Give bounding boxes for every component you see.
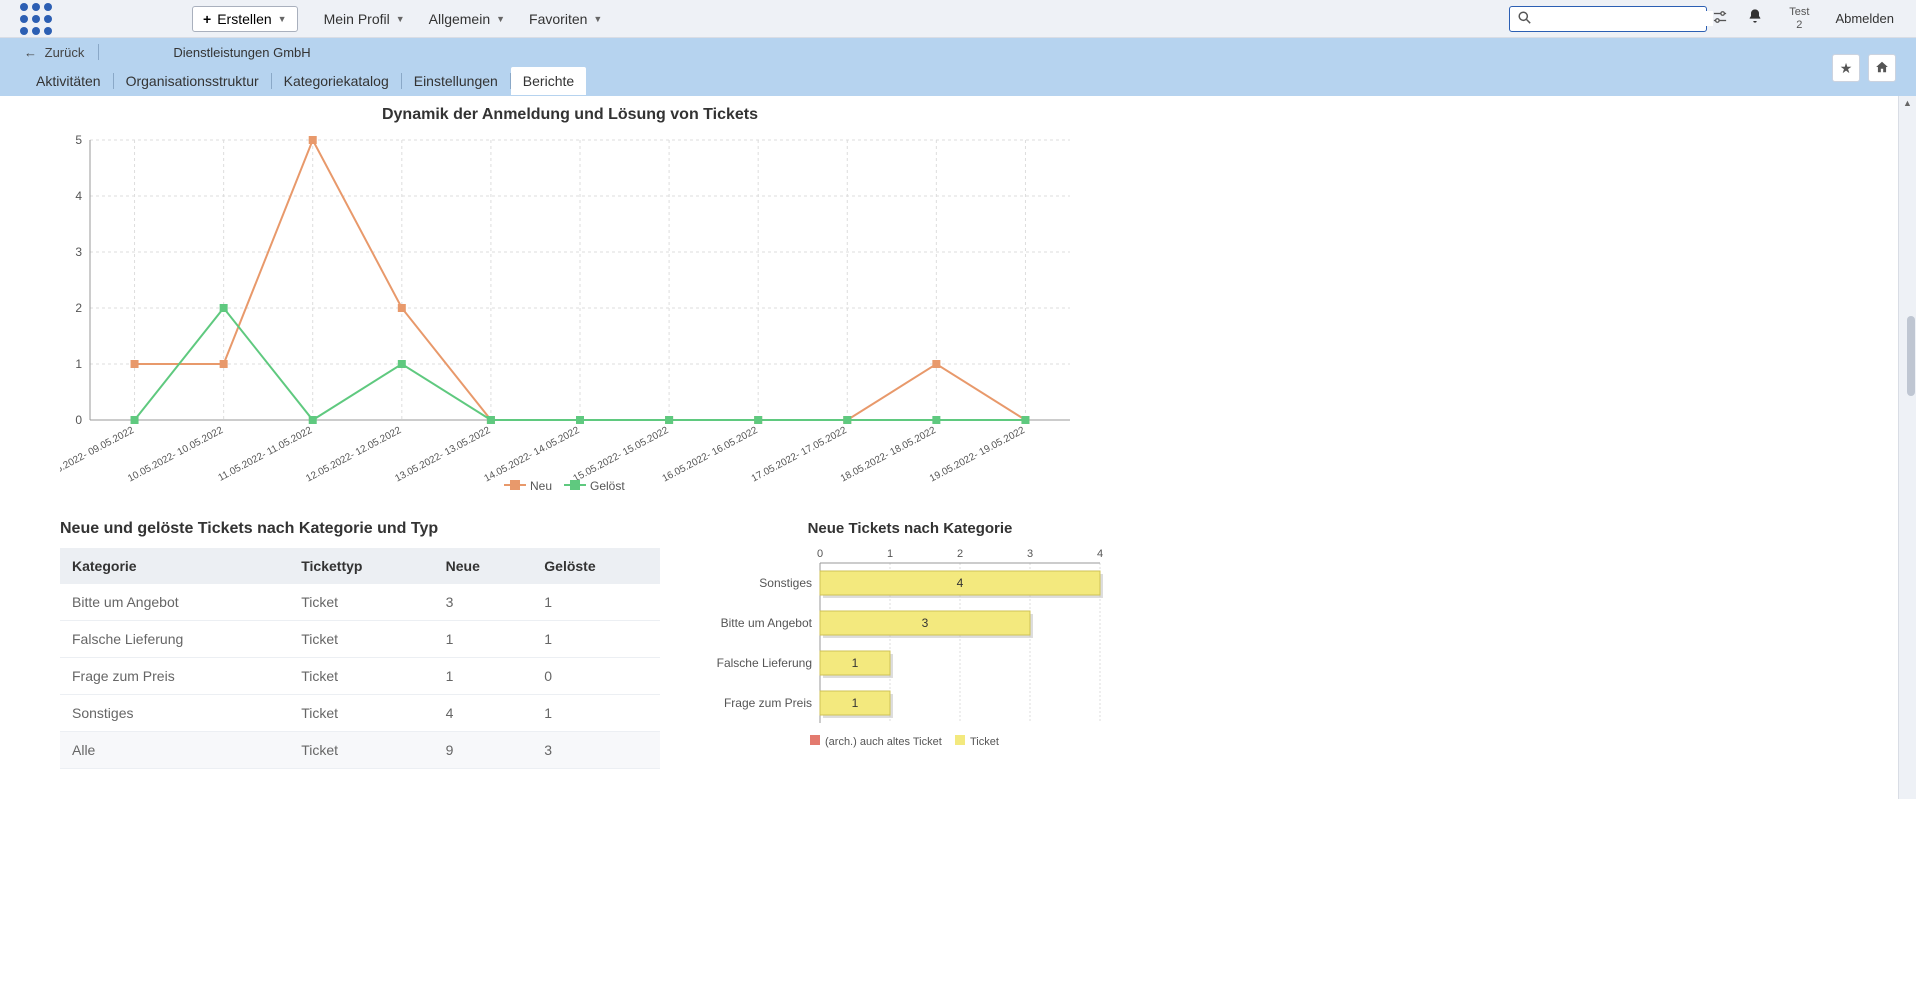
chart1-title: Dynamik der Anmeldung und Lösung von Tic… — [60, 106, 1080, 124]
svg-text:1: 1 — [852, 696, 859, 710]
table-total-row: AlleTicket93 — [60, 732, 660, 769]
home-icon — [1875, 60, 1889, 77]
tab-aktivitaeten[interactable]: Aktivitäten — [24, 67, 113, 95]
svg-text:2: 2 — [75, 301, 82, 315]
home-button[interactable] — [1868, 54, 1896, 82]
svg-text:Ticket: Ticket — [970, 736, 999, 748]
svg-text:1: 1 — [75, 357, 82, 371]
search-input-container[interactable] — [1509, 6, 1707, 32]
svg-text:15.05.2022- 15.05.2022: 15.05.2022- 15.05.2022 — [572, 425, 671, 485]
scroll-thumb[interactable] — [1907, 316, 1915, 396]
menu-allgemein[interactable]: Allgemein ▼ — [429, 11, 505, 27]
menu-favoriten[interactable]: Favoriten ▼ — [529, 11, 602, 27]
svg-text:(arch.) auch altes Ticket: (arch.) auch altes Ticket — [825, 736, 942, 748]
svg-text:Gelöst: Gelöst — [590, 479, 625, 493]
svg-text:Neu: Neu — [530, 479, 552, 493]
svg-text:4: 4 — [75, 189, 82, 203]
svg-text:4: 4 — [1097, 548, 1103, 560]
favorite-button[interactable]: ★ — [1832, 54, 1860, 82]
svg-text:10.05.2022- 10.05.2022: 10.05.2022- 10.05.2022 — [126, 425, 225, 485]
svg-text:1: 1 — [852, 656, 859, 670]
svg-text:2: 2 — [957, 548, 963, 560]
svg-text:19.05.2022- 19.05.2022: 19.05.2022- 19.05.2022 — [928, 425, 1027, 485]
svg-text:3: 3 — [922, 616, 929, 630]
svg-text:4: 4 — [957, 576, 964, 590]
table-row: Falsche LieferungTicket11 — [60, 621, 660, 658]
table-title: Neue und gelöste Tickets nach Kategorie … — [60, 520, 660, 538]
svg-text:1: 1 — [887, 548, 893, 560]
chevron-down-icon: ▼ — [396, 14, 405, 24]
svg-text:11.05.2022- 11.05.2022: 11.05.2022- 11.05.2022 — [216, 425, 314, 484]
filter-icon[interactable] — [1713, 10, 1727, 27]
svg-text:5: 5 — [75, 133, 82, 147]
chevron-down-icon: ▼ — [496, 14, 505, 24]
table-header-row: Kategorie Tickettyp Neue Gelöste — [60, 548, 660, 584]
create-label: Erstellen — [217, 11, 271, 27]
svg-text:0: 0 — [75, 413, 82, 427]
star-icon: ★ — [1840, 60, 1853, 77]
svg-text:3: 3 — [75, 245, 82, 259]
svg-text:09.05.2022- 09.05.2022: 09.05.2022- 09.05.2022 — [60, 425, 136, 485]
svg-text:Bitte um Angebot: Bitte um Angebot — [721, 616, 813, 630]
table-tickets-by-category: Neue und gelöste Tickets nach Kategorie … — [60, 520, 660, 769]
divider — [98, 44, 99, 60]
subheader: ← Zurück Dienstleistungen GmbH Aktivität… — [0, 38, 1916, 96]
table-row: Frage zum PreisTicket10 — [60, 658, 660, 695]
tab-organisationsstruktur[interactable]: Organisationsstruktur — [114, 67, 271, 95]
search-icon — [1518, 11, 1531, 27]
tab-bar: Aktivitäten Organisationsstruktur Katego… — [0, 66, 1916, 96]
svg-text:17.05.2022- 17.05.2022: 17.05.2022- 17.05.2022 — [750, 425, 849, 485]
arrow-left-icon: ← — [24, 45, 37, 60]
table-row: Bitte um AngebotTicket31 — [60, 584, 660, 621]
chart-new-tickets-by-category: Neue Tickets nach Kategorie 0 1 2 3 4 4 Sonsti… — [700, 520, 1120, 769]
plus-icon: + — [203, 11, 211, 27]
svg-text:0: 0 — [817, 548, 823, 560]
chevron-down-icon: ▼ — [593, 14, 602, 24]
create-button[interactable]: + Erstellen ▼ — [192, 6, 298, 32]
topbar: + Erstellen ▼ Mein Profil ▼ Allgemein ▼ … — [0, 0, 1916, 38]
chart2-title: Neue Tickets nach Kategorie — [700, 520, 1120, 537]
svg-text:12.05.2022- 12.05.2022: 12.05.2022- 12.05.2022 — [304, 425, 403, 485]
table-row: SonstigesTicket41 — [60, 695, 660, 732]
chart-ticket-dynamics: Dynamik der Anmeldung und Lösung von Tic… — [60, 106, 1080, 500]
svg-text:14.05.2022- 14.05.2022: 14.05.2022- 14.05.2022 — [482, 425, 581, 485]
svg-text:13.05.2022- 13.05.2022: 13.05.2022- 13.05.2022 — [393, 425, 492, 485]
tab-einstellungen[interactable]: Einstellungen — [402, 67, 510, 95]
search-input[interactable] — [1537, 11, 1713, 26]
user-menu[interactable]: Test 2 — [1789, 6, 1809, 30]
svg-text:Frage zum Preis: Frage zum Preis — [724, 696, 812, 710]
svg-text:16.05.2022- 16.05.2022: 16.05.2022- 16.05.2022 — [661, 425, 760, 485]
svg-text:Falsche Lieferung: Falsche Lieferung — [717, 656, 812, 670]
scroll-up-icon[interactable]: ▲ — [1903, 98, 1912, 108]
tab-berichte[interactable]: Berichte — [511, 67, 586, 95]
back-link[interactable]: ← Zurück — [24, 45, 84, 60]
svg-text:Sonstiges: Sonstiges — [759, 576, 812, 590]
company-name: Dienstleistungen GmbH — [173, 45, 310, 60]
main-menu: Mein Profil ▼ Allgemein ▼ Favoriten ▼ — [324, 11, 603, 27]
notifications-icon[interactable] — [1747, 8, 1763, 29]
scrollbar[interactable]: ▲ — [1898, 96, 1916, 799]
tab-kategoriekatalog[interactable]: Kategoriekatalog — [272, 67, 401, 95]
logout-link[interactable]: Abmelden — [1835, 11, 1894, 26]
svg-text:3: 3 — [1027, 548, 1033, 560]
app-logo[interactable] — [20, 3, 52, 35]
svg-text:18.05.2022- 18.05.2022: 18.05.2022- 18.05.2022 — [839, 425, 938, 485]
menu-mein-profil[interactable]: Mein Profil ▼ — [324, 11, 405, 27]
chevron-down-icon: ▼ — [278, 14, 287, 24]
